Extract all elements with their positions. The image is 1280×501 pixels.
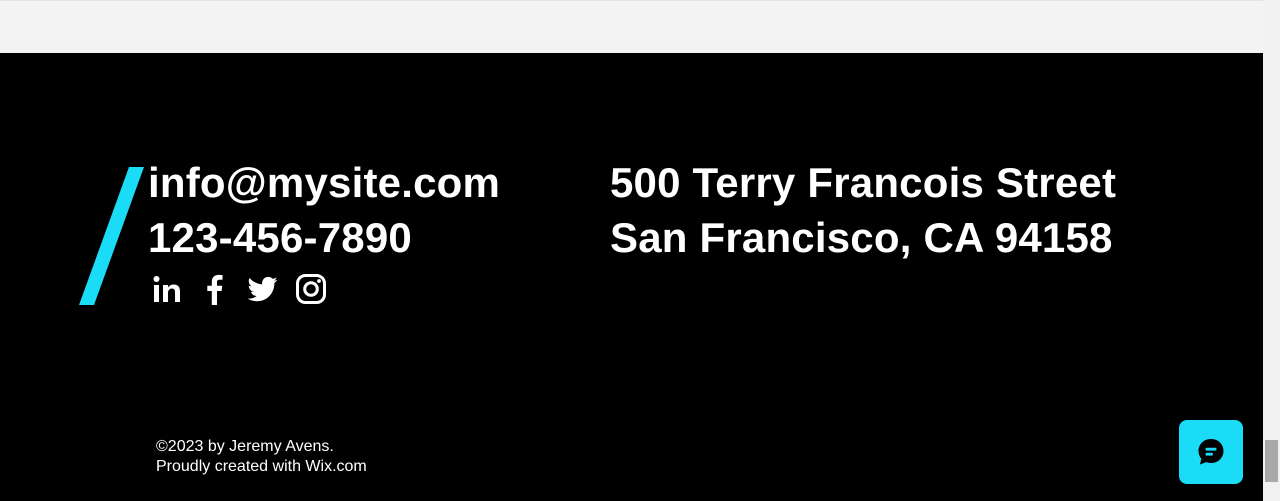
credits-line[interactable]: Proudly created with Wix.com — [156, 457, 367, 477]
social-link-facebook[interactable] — [199, 272, 231, 306]
contact-phone[interactable]: 123-456-7890 — [148, 213, 412, 263]
accent-slash-decoration — [79, 167, 144, 305]
address-line-1: 500 Terry Francois Street — [610, 159, 1117, 206]
facebook-icon — [207, 274, 223, 305]
contact-email[interactable]: info@mysite.com — [148, 158, 500, 208]
copyright-notice: ©2023 by Jeremy Avens. Proudly created w… — [156, 437, 367, 477]
chat-bubble-icon — [1198, 439, 1224, 465]
social-link-twitter[interactable] — [247, 272, 279, 306]
page-section-top — [0, 0, 1263, 53]
social-link-instagram[interactable] — [295, 272, 327, 306]
instagram-icon — [296, 274, 326, 304]
social-link-linkedin[interactable] — [151, 272, 183, 306]
chat-button[interactable] — [1179, 420, 1243, 484]
copyright-line: ©2023 by Jeremy Avens. — [156, 438, 334, 455]
address-line-2: San Francisco, CA 94158 — [610, 214, 1113, 261]
social-bar — [151, 272, 327, 306]
twitter-icon — [247, 276, 278, 302]
linkedin-icon — [153, 276, 180, 302]
scrollbar-thumb[interactable] — [1265, 440, 1278, 482]
page-scrollbar[interactable] — [1263, 0, 1280, 501]
